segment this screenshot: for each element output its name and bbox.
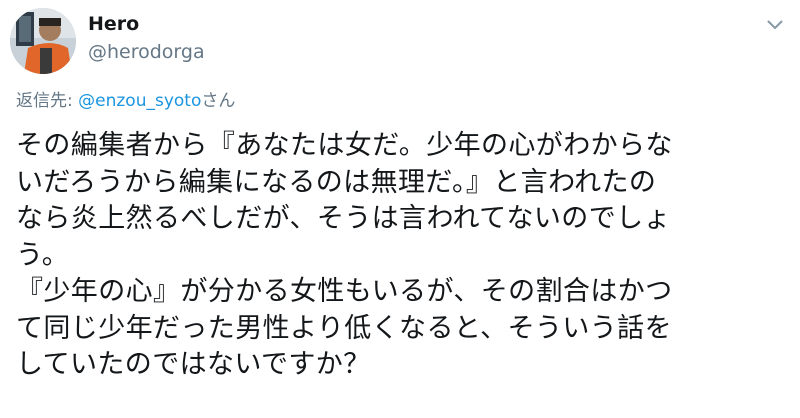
tweet-body-line: いだろうから編集になるのは無理だ。』と言われたの (16, 166, 657, 198)
reply-prefix: 返信先: (16, 91, 79, 111)
tweet-body-line: う。 (16, 239, 70, 271)
tweet-body-line: て同じ少年だった男性より低くなると、そういう話を (16, 312, 672, 344)
chevron-down-icon[interactable] (764, 14, 786, 36)
avatar-image (10, 8, 76, 74)
reply-suffix: さん (201, 91, 236, 111)
display-name[interactable]: Hero (88, 12, 139, 36)
reply-mention-link[interactable]: @enzou_syoto (78, 91, 201, 111)
reply-to-line: 返信先: @enzou_syotoさん (16, 90, 235, 112)
tweet-body-line: その編集者から『あなたは女だ。少年の心がわからな (16, 130, 673, 161)
user-handle[interactable]: @herodorga (88, 40, 205, 64)
tweet-body-line: していたのではないですか？ (16, 349, 371, 380)
tweet-body-line: なら炎上然るべしだが、そうは言われてないのでしょ (16, 203, 671, 234)
tweet-card: Hero @herodorga 返信先: @enzou_syotoさん その編集… (0, 0, 800, 418)
avatar[interactable] (10, 8, 76, 74)
tweet-body-line: 『少年の心』が分かる女性もいるが、その割合はかつ (16, 276, 673, 307)
tweet-body: その編集者から『あなたは女だ。少年の心がわからな いだろうから編集になるのは無理… (16, 128, 788, 384)
